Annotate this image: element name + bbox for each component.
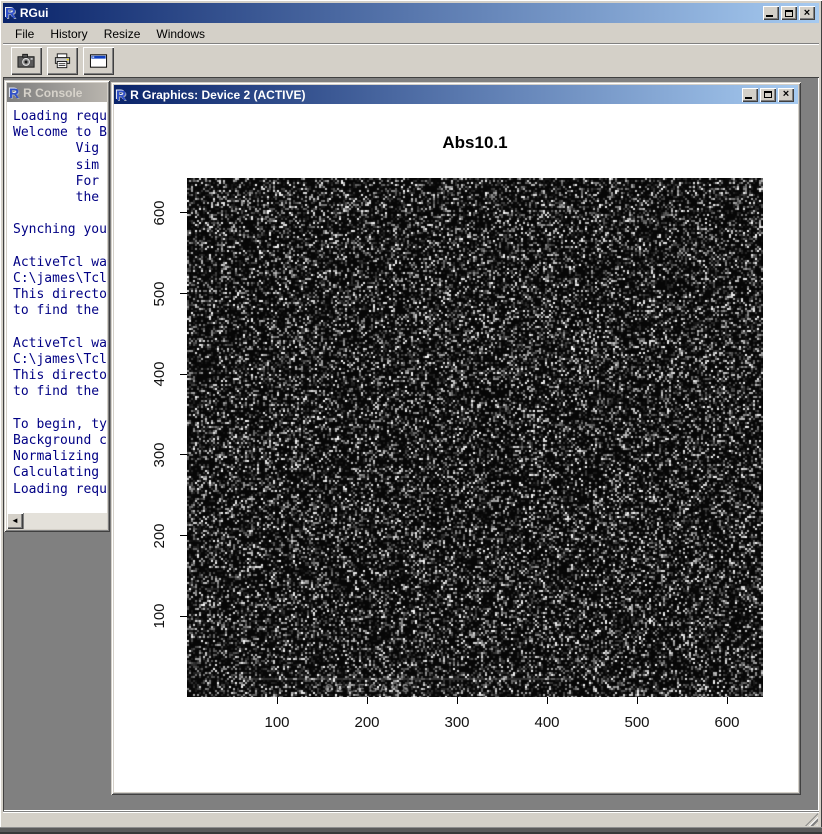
graphics-titlebar[interactable]: R R Graphics: Device 2 (ACTIVE) × <box>114 85 798 104</box>
menu-windows[interactable]: Windows <box>148 25 213 43</box>
x-tick-label: 300 <box>432 714 482 731</box>
console-focus-button[interactable] <box>83 47 114 75</box>
y-tick-mark <box>180 374 187 375</box>
graphics-title: R Graphics: Device 2 (ACTIVE) <box>130 88 738 102</box>
minimize-icon <box>766 15 773 17</box>
console-output: Loading requ Welcome to B Vig sim For th… <box>7 102 107 498</box>
x-tick-mark <box>637 697 638 704</box>
menu-file[interactable]: File <box>7 25 42 43</box>
window-controls: × <box>763 6 815 20</box>
x-tick-label: 600 <box>702 714 752 731</box>
y-tick-mark <box>180 454 187 455</box>
minimize-button[interactable] <box>763 6 779 20</box>
console-client-area[interactable]: Loading requ Welcome to B Vig sim For th… <box>7 102 107 529</box>
y-tick-mark <box>180 293 187 294</box>
scroll-left-button[interactable]: ◄ <box>7 513 23 529</box>
titlebar[interactable]: R RGui × <box>3 3 819 23</box>
r-logo-icon: R <box>116 88 126 102</box>
printer-icon <box>53 53 72 69</box>
r-logo-icon: R <box>5 6 16 21</box>
x-tick-mark <box>277 697 278 704</box>
console-titlebar[interactable]: R R Console <box>7 83 107 102</box>
x-tick-label: 100 <box>252 714 302 731</box>
y-tick-label: 500 <box>152 269 168 319</box>
window-bottom-border <box>0 827 822 834</box>
x-tick-mark <box>547 697 548 704</box>
x-tick-label: 400 <box>522 714 572 731</box>
close-icon: × <box>783 89 789 100</box>
console-window[interactable]: R R Console Loading requ Welcome to B Vi… <box>4 80 110 532</box>
scrollbar-track[interactable] <box>23 513 107 529</box>
minimize-button[interactable] <box>742 88 758 102</box>
microarray-image <box>187 178 763 697</box>
console-window-icon <box>89 53 108 69</box>
y-tick-mark <box>180 616 187 617</box>
x-tick-mark <box>727 697 728 704</box>
r-logo-icon: R <box>9 86 19 100</box>
toolbar <box>3 43 819 77</box>
y-tick-label: 300 <box>152 430 168 480</box>
close-button[interactable]: × <box>778 88 794 102</box>
graphics-window-controls: × <box>742 88 794 102</box>
close-icon: × <box>804 8 810 19</box>
plot-area: Abs10.1 100 200 300 400 500 600 100 200 300 400 50… <box>114 104 798 792</box>
y-tick-label: 400 <box>152 349 168 399</box>
minimize-icon <box>745 97 752 99</box>
horizontal-scrollbar[interactable]: ◄ <box>7 513 107 529</box>
graphics-window[interactable]: R R Graphics: Device 2 (ACTIVE) × Abs10.… <box>111 82 801 795</box>
menubar: FileHistoryResizeWindows <box>3 24 819 43</box>
y-tick-label: 100 <box>152 591 168 641</box>
y-tick-mark <box>180 212 187 213</box>
resize-grip[interactable] <box>805 813 818 826</box>
maximize-button[interactable] <box>781 6 797 20</box>
x-tick-label: 200 <box>342 714 392 731</box>
x-tick-mark <box>367 697 368 704</box>
console-title: R Console <box>23 86 82 100</box>
plot-title: Abs10.1 <box>187 133 763 153</box>
camera-button[interactable] <box>11 47 42 75</box>
menu-resize[interactable]: Resize <box>96 25 149 43</box>
statusbar <box>3 811 819 827</box>
print-button[interactable] <box>47 47 78 75</box>
window-title: RGui <box>20 6 759 20</box>
menu-history[interactable]: History <box>42 25 95 43</box>
close-button[interactable]: × <box>799 6 815 20</box>
mdi-area: R R Console Loading requ Welcome to B Vi… <box>3 77 819 811</box>
maximize-icon <box>785 10 793 17</box>
maximize-icon <box>764 91 772 98</box>
camera-icon <box>17 53 36 69</box>
rgui-window: R RGui × FileHistoryResizeWindows <box>0 0 822 834</box>
y-tick-label: 200 <box>152 511 168 561</box>
maximize-button[interactable] <box>760 88 776 102</box>
y-tick-label: 600 <box>152 188 168 238</box>
x-tick-label: 500 <box>612 714 662 731</box>
x-tick-mark <box>457 697 458 704</box>
y-tick-mark <box>180 535 187 536</box>
